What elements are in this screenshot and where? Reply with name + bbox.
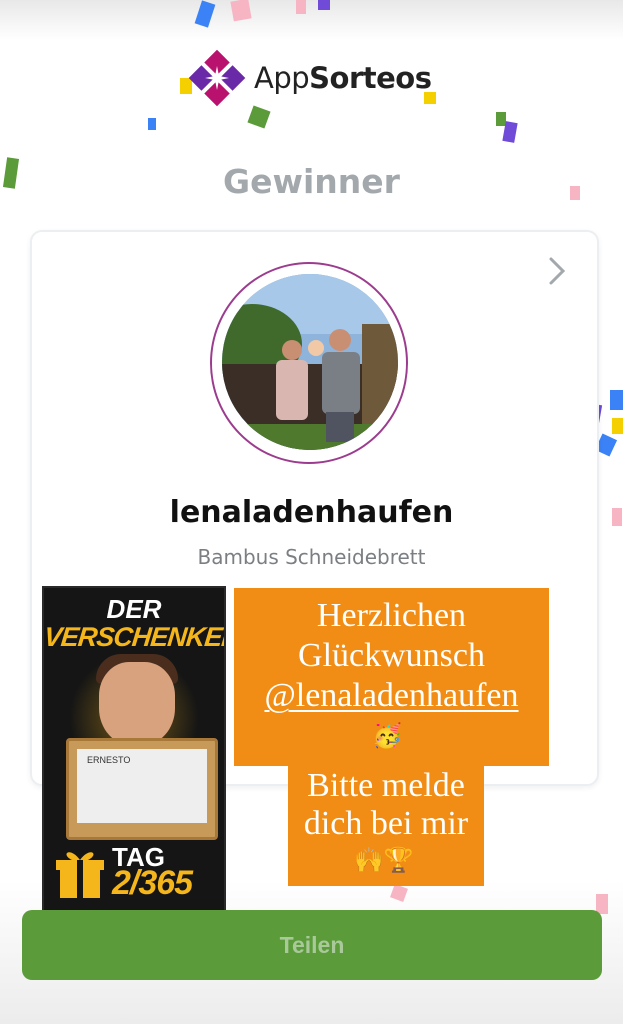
poster-line-2: VERSCHENKER: [42, 622, 226, 652]
congrats-mention[interactable]: @lenaladenhaufen: [234, 678, 549, 714]
confetti-piece: [390, 884, 408, 902]
confetti-piece: [610, 390, 623, 410]
contact-sticker: Bitte melde dich bei mir 🙌🏆: [288, 766, 484, 886]
confetti-piece: [194, 0, 216, 28]
sparkle-diamond-icon: [188, 49, 246, 107]
gift-icon: [56, 852, 104, 898]
avatar[interactable]: [222, 274, 398, 450]
share-button[interactable]: Teilen: [22, 910, 602, 980]
giveaway-poster: DER VERSCHENKER ERNESTO TAG 2/365: [42, 586, 226, 912]
confetti-piece: [247, 105, 271, 129]
confetti-piece: [296, 0, 306, 14]
winner-username: lenaladenhaufen: [169, 495, 454, 530]
poster-product-box: ERNESTO: [77, 749, 207, 823]
congrats-line-1: Herzlichen: [316, 597, 467, 634]
hands-trophy-emoji: 🙌🏆: [354, 846, 414, 874]
poster-day-count: 2/365: [112, 864, 193, 902]
confetti-piece: [230, 0, 252, 22]
poster-cutting-board: ERNESTO: [66, 738, 218, 840]
confetti-piece: [318, 0, 330, 10]
app-logo: AppSorteos: [188, 48, 432, 108]
page-title: Gewinner: [223, 162, 400, 201]
confetti-piece: [148, 118, 156, 130]
party-face-emoji: 🥳: [372, 722, 402, 750]
app-name: AppSorteos: [254, 61, 432, 95]
poster-brand: ERNESTO: [87, 755, 131, 765]
prize-name: Bambus Schneidebrett: [197, 545, 426, 569]
poster-line-1: DER: [106, 594, 162, 624]
confetti-piece: [612, 418, 623, 434]
poster-person: [99, 662, 175, 746]
app-name-regular: App: [254, 61, 310, 95]
confetti-piece: [502, 121, 518, 143]
app-name-bold: Sorteos: [309, 61, 432, 95]
chevron-right-icon[interactable]: [545, 255, 569, 287]
avatar-photo: [222, 274, 398, 450]
contact-line-2: dich bei mir: [303, 805, 469, 842]
congrats-sticker: Herzlichen Glückwunsch @lenaladenhaufen …: [234, 588, 549, 766]
congrats-line-2: Glückwunsch: [298, 637, 485, 674]
contact-line-1: Bitte melde: [307, 767, 465, 804]
